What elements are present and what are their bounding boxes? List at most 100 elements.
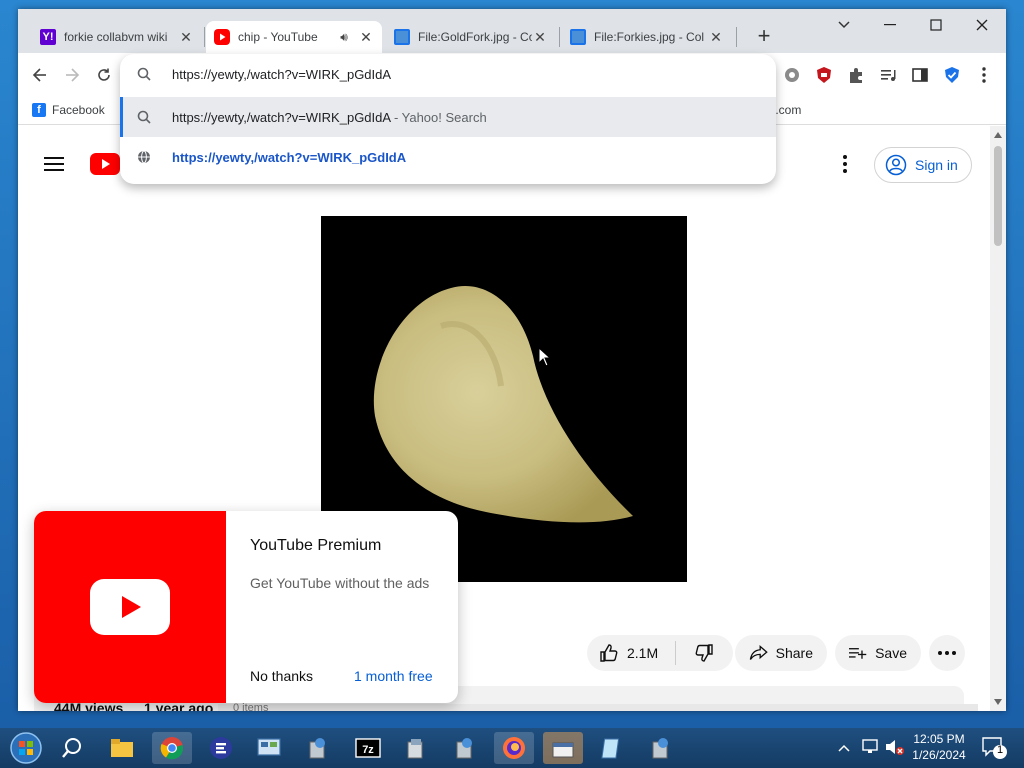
- tab-divider: [736, 27, 737, 47]
- forward-button[interactable]: [60, 63, 84, 87]
- suggestion-text: https://yewty,/watch?v=WIRK_pGdIdA - Yah…: [172, 110, 487, 125]
- suggestion-search[interactable]: https://yewty,/watch?v=WIRK_pGdIdA - Yah…: [120, 97, 776, 137]
- clock-date: 1/26/2024: [912, 748, 966, 762]
- tab-title: forkie collabvm wiki: [64, 30, 168, 44]
- share-button[interactable]: Share: [735, 635, 827, 671]
- save-label: Save: [875, 645, 907, 661]
- scrollbar-thumb[interactable]: [994, 146, 1002, 246]
- start-button[interactable]: [6, 732, 46, 764]
- network-icon[interactable]: [862, 739, 880, 760]
- close-window-button[interactable]: [959, 9, 1005, 41]
- reload-button[interactable]: [92, 63, 116, 87]
- action-center-icon: [982, 737, 1007, 759]
- suggestion-url: https://yewty,/watch?v=WIRK_pGdIdA: [172, 109, 391, 125]
- security-shield-icon[interactable]: [942, 65, 962, 85]
- tab-goldfork[interactable]: File:GoldFork.jpg - Co ✕: [386, 21, 556, 53]
- installer-icon: [456, 738, 472, 759]
- globe-icon: [136, 149, 152, 165]
- installer-button-2[interactable]: [396, 732, 436, 764]
- search-icon: [62, 738, 81, 758]
- account-icon: [885, 154, 907, 176]
- close-tab-icon[interactable]: ✕: [178, 29, 194, 46]
- tab-search-button[interactable]: [821, 9, 867, 41]
- monitor-icon: [570, 29, 586, 45]
- media-queue-icon[interactable]: [878, 65, 898, 85]
- maximize-button[interactable]: [913, 9, 959, 41]
- hamburger-menu-icon[interactable]: [44, 156, 64, 177]
- firefox-taskbar-button[interactable]: [494, 732, 534, 764]
- monitor-icon: [394, 29, 410, 45]
- file-explorer-button[interactable]: [102, 732, 142, 764]
- svg-text:7z: 7z: [362, 744, 374, 756]
- control-panel-button[interactable]: [249, 732, 289, 764]
- new-tab-button[interactable]: +: [750, 23, 778, 49]
- installer-button-4[interactable]: [641, 732, 681, 764]
- clock[interactable]: 12:05 PM 1/26/2024: [908, 731, 970, 763]
- minimize-button[interactable]: [867, 9, 913, 41]
- save-button[interactable]: Save: [835, 635, 921, 671]
- ellipsis-icon: [938, 651, 956, 655]
- close-tab-icon[interactable]: ✕: [532, 29, 548, 46]
- browser-window: Y! forkie collabvm wiki ✕ chip - YouTube…: [18, 9, 1006, 711]
- youtube-logo[interactable]: [90, 153, 120, 180]
- sign-in-label: Sign in: [915, 157, 958, 173]
- notepad-icon: [601, 738, 620, 759]
- more-actions-button[interactable]: [929, 635, 965, 671]
- installer-button-3[interactable]: [445, 732, 485, 764]
- playlist-add-icon: [849, 648, 867, 659]
- active-app-button[interactable]: [543, 732, 583, 764]
- menu-kebab-icon[interactable]: [974, 65, 994, 85]
- promo-body: Get YouTube without the ads: [250, 575, 430, 591]
- scroll-up-icon[interactable]: [994, 132, 1002, 138]
- bookmark-facebook[interactable]: f Facebook: [32, 103, 105, 117]
- taskbar: 7z 12:05 PM 1/26/2024 1: [0, 728, 1024, 768]
- tab-forkie-wiki[interactable]: Y! forkie collabvm wiki ✕: [32, 21, 202, 53]
- notifications-button[interactable]: 1: [982, 736, 1008, 765]
- address-bar[interactable]: https://yewty,/watch?v=WIRK_pGdIdA: [120, 54, 776, 94]
- page-scrollbar[interactable]: [990, 126, 1006, 711]
- side-panel-icon[interactable]: [910, 65, 930, 85]
- yahoo-icon: Y!: [40, 29, 56, 45]
- more-options-icon[interactable]: [843, 155, 847, 178]
- one-month-free-button[interactable]: 1 month free: [354, 668, 433, 684]
- chrome-icon: [160, 737, 184, 760]
- youtube-premium-popup: YouTube Premium Get YouTube without the …: [34, 511, 458, 703]
- chrome-taskbar-button[interactable]: [152, 732, 192, 764]
- app-taskbar-button[interactable]: [201, 732, 241, 764]
- firefox-icon: [503, 737, 525, 759]
- suggestion-url-row[interactable]: https://yewty,/watch?v=WIRK_pGdIdA: [120, 137, 776, 177]
- extensions-puzzle-icon[interactable]: [846, 65, 866, 85]
- thumbs-down-icon: [695, 644, 713, 662]
- search-icon: [136, 66, 152, 82]
- back-button[interactable]: [28, 63, 52, 87]
- show-hidden-icons-chevron[interactable]: [838, 739, 850, 757]
- youtube-page: Sign in 2.1M Share Save 44M views 1 year…: [18, 126, 990, 711]
- tab-chip-youtube[interactable]: chip - YouTube 🔊︎ ✕: [206, 21, 382, 53]
- search-taskbar-button[interactable]: [52, 732, 92, 764]
- extension-gear-icon[interactable]: [782, 65, 802, 85]
- installer-icon: [309, 738, 325, 759]
- sign-in-button[interactable]: Sign in: [874, 147, 972, 183]
- installer-icon: [407, 739, 423, 759]
- close-tab-icon[interactable]: ✕: [708, 29, 724, 46]
- ublock-shield-icon[interactable]: [814, 65, 834, 85]
- share-arrow-icon: [749, 645, 768, 660]
- tab-forkies[interactable]: File:Forkies.jpg - Col ✕: [562, 21, 732, 53]
- notepad-button[interactable]: [592, 732, 632, 764]
- windows-orb-icon: [10, 732, 42, 764]
- dislike-button[interactable]: [676, 635, 732, 671]
- like-button[interactable]: 2.1M: [587, 635, 675, 671]
- volume-muted-icon[interactable]: [885, 738, 905, 761]
- 7zip-button[interactable]: 7z: [348, 732, 388, 764]
- installer-button[interactable]: [298, 732, 338, 764]
- speaker-icon[interactable]: 🔊︎: [336, 30, 352, 45]
- address-input[interactable]: https://yewty,/watch?v=WIRK_pGdIdA: [172, 67, 391, 82]
- close-tab-icon[interactable]: ✕: [358, 29, 374, 46]
- thumbs-up-icon: [600, 644, 618, 662]
- selection-indicator: [120, 97, 123, 137]
- tab-strip: Y! forkie collabvm wiki ✕ chip - YouTube…: [18, 9, 1006, 53]
- scroll-down-icon[interactable]: [994, 699, 1002, 705]
- no-thanks-button[interactable]: No thanks: [250, 668, 313, 684]
- facebook-icon: f: [32, 103, 46, 117]
- youtube-icon: [214, 29, 230, 45]
